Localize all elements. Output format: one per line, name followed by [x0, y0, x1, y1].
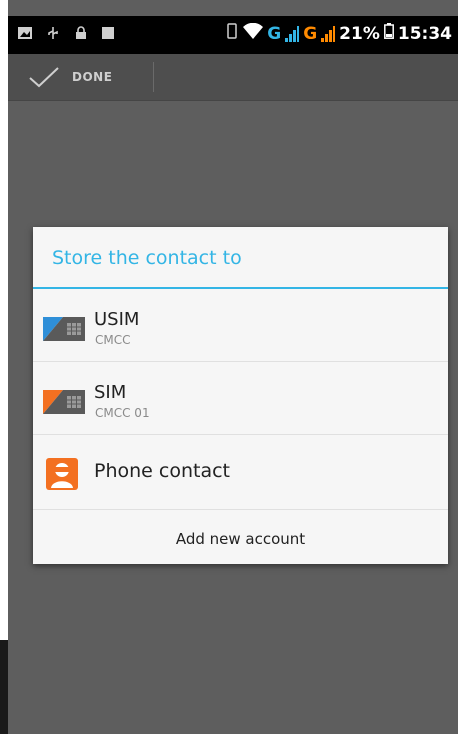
option-usim-name: USIM	[94, 309, 140, 330]
add-new-account-button[interactable]: Add new account	[33, 510, 448, 566]
option-usim[interactable]: USIM CMCC	[33, 289, 448, 362]
signal-bars-2-icon	[321, 25, 336, 42]
battery-percent: 21%	[339, 23, 380, 44]
dialog-title: Store the contact to	[33, 227, 448, 289]
clock: 15:34	[397, 23, 452, 44]
battery-icon	[383, 23, 394, 44]
usb-icon	[46, 26, 60, 40]
done-button[interactable]: DONE	[28, 54, 112, 100]
network-type-1: G	[267, 23, 282, 44]
stop-icon	[102, 27, 114, 39]
done-label: DONE	[72, 70, 113, 84]
network-type-2: G	[303, 23, 318, 44]
signal-bars-1-icon	[285, 25, 300, 42]
option-sim[interactable]: SIM CMCC 01	[33, 362, 448, 435]
action-bar: DONE	[8, 54, 458, 101]
store-contact-dialog: Store the contact to USIM CMCC SIM CMCC …	[33, 227, 448, 564]
lock-icon	[74, 26, 88, 40]
vibrate-icon	[225, 23, 239, 44]
option-usim-carrier: CMCC	[95, 333, 131, 347]
wifi-icon	[243, 22, 264, 44]
option-phone-contact-name: Phone contact	[94, 460, 230, 482]
person-icon	[46, 458, 78, 490]
sim-card-blue-icon	[43, 317, 85, 341]
sim-card-orange-icon	[43, 390, 85, 414]
option-sim-carrier: CMCC 01	[95, 406, 150, 420]
check-icon	[29, 67, 59, 88]
action-bar-divider	[153, 62, 154, 92]
option-phone-contact[interactable]: Phone contact	[33, 435, 448, 510]
right-frame-edge	[458, 0, 462, 734]
left-frame-edge	[0, 0, 8, 734]
option-sim-name: SIM	[94, 382, 127, 403]
status-bar: G G 21% 15:34	[8, 16, 458, 54]
notification-image-icon	[18, 26, 32, 40]
